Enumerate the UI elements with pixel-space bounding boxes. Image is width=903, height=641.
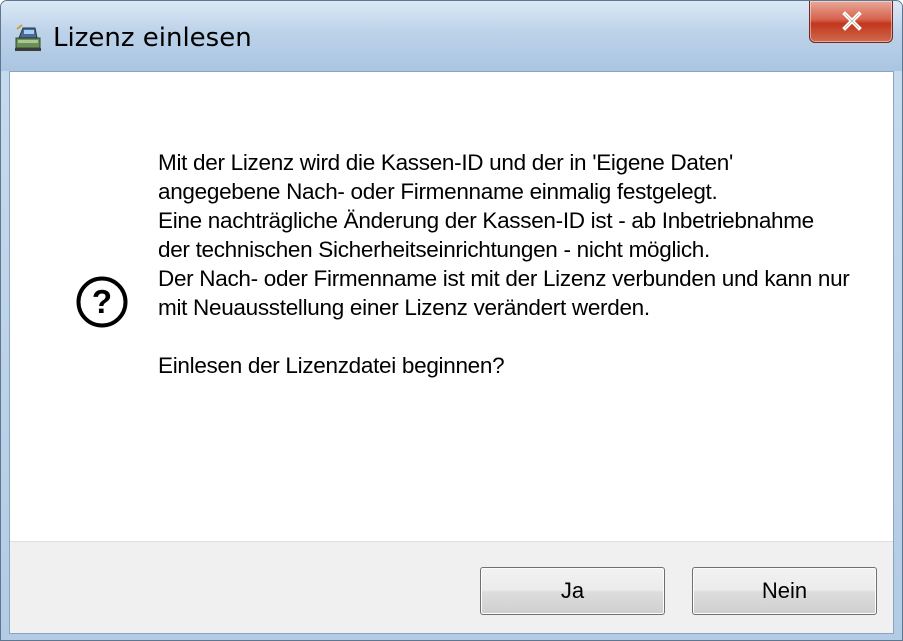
button-bar: Ja Nein [10,541,893,633]
window-title: Lizenz einlesen [53,23,252,53]
svg-text:?: ? [92,283,112,320]
message-line: Einlesen der Lizenzdatei beginnen? [158,353,505,378]
title-bar[interactable]: Lizenz einlesen [1,1,902,71]
close-button[interactable] [809,1,893,43]
message-line [158,322,878,351]
question-icon: ? [75,275,129,329]
yes-button[interactable]: Ja [480,567,665,615]
dialog-body: ? Mit der Lizenz wird die Kassen-ID und … [9,71,894,634]
dialog-window: Lizenz einlesen ? Mit der Lizenz wird di… [0,0,903,641]
message-line: mit Neuausstellung einer Lizenz veränder… [158,295,650,320]
message-line: Der Nach- oder Firmenname ist mit der Li… [158,266,850,291]
no-button[interactable]: Nein [692,567,877,615]
message-line: der technischen Sicherheitseinrichtungen… [158,237,710,262]
message-line: Eine nachträgliche Änderung der Kassen-I… [158,208,814,233]
dialog-message: Mit der Lizenz wird die Kassen-ID und de… [158,148,878,380]
cash-register-icon [13,23,43,53]
message-line: Mit der Lizenz wird die Kassen-ID und de… [158,150,733,175]
message-line: angegebene Nach- oder Firmenname einmali… [158,179,718,204]
close-icon [842,11,862,31]
